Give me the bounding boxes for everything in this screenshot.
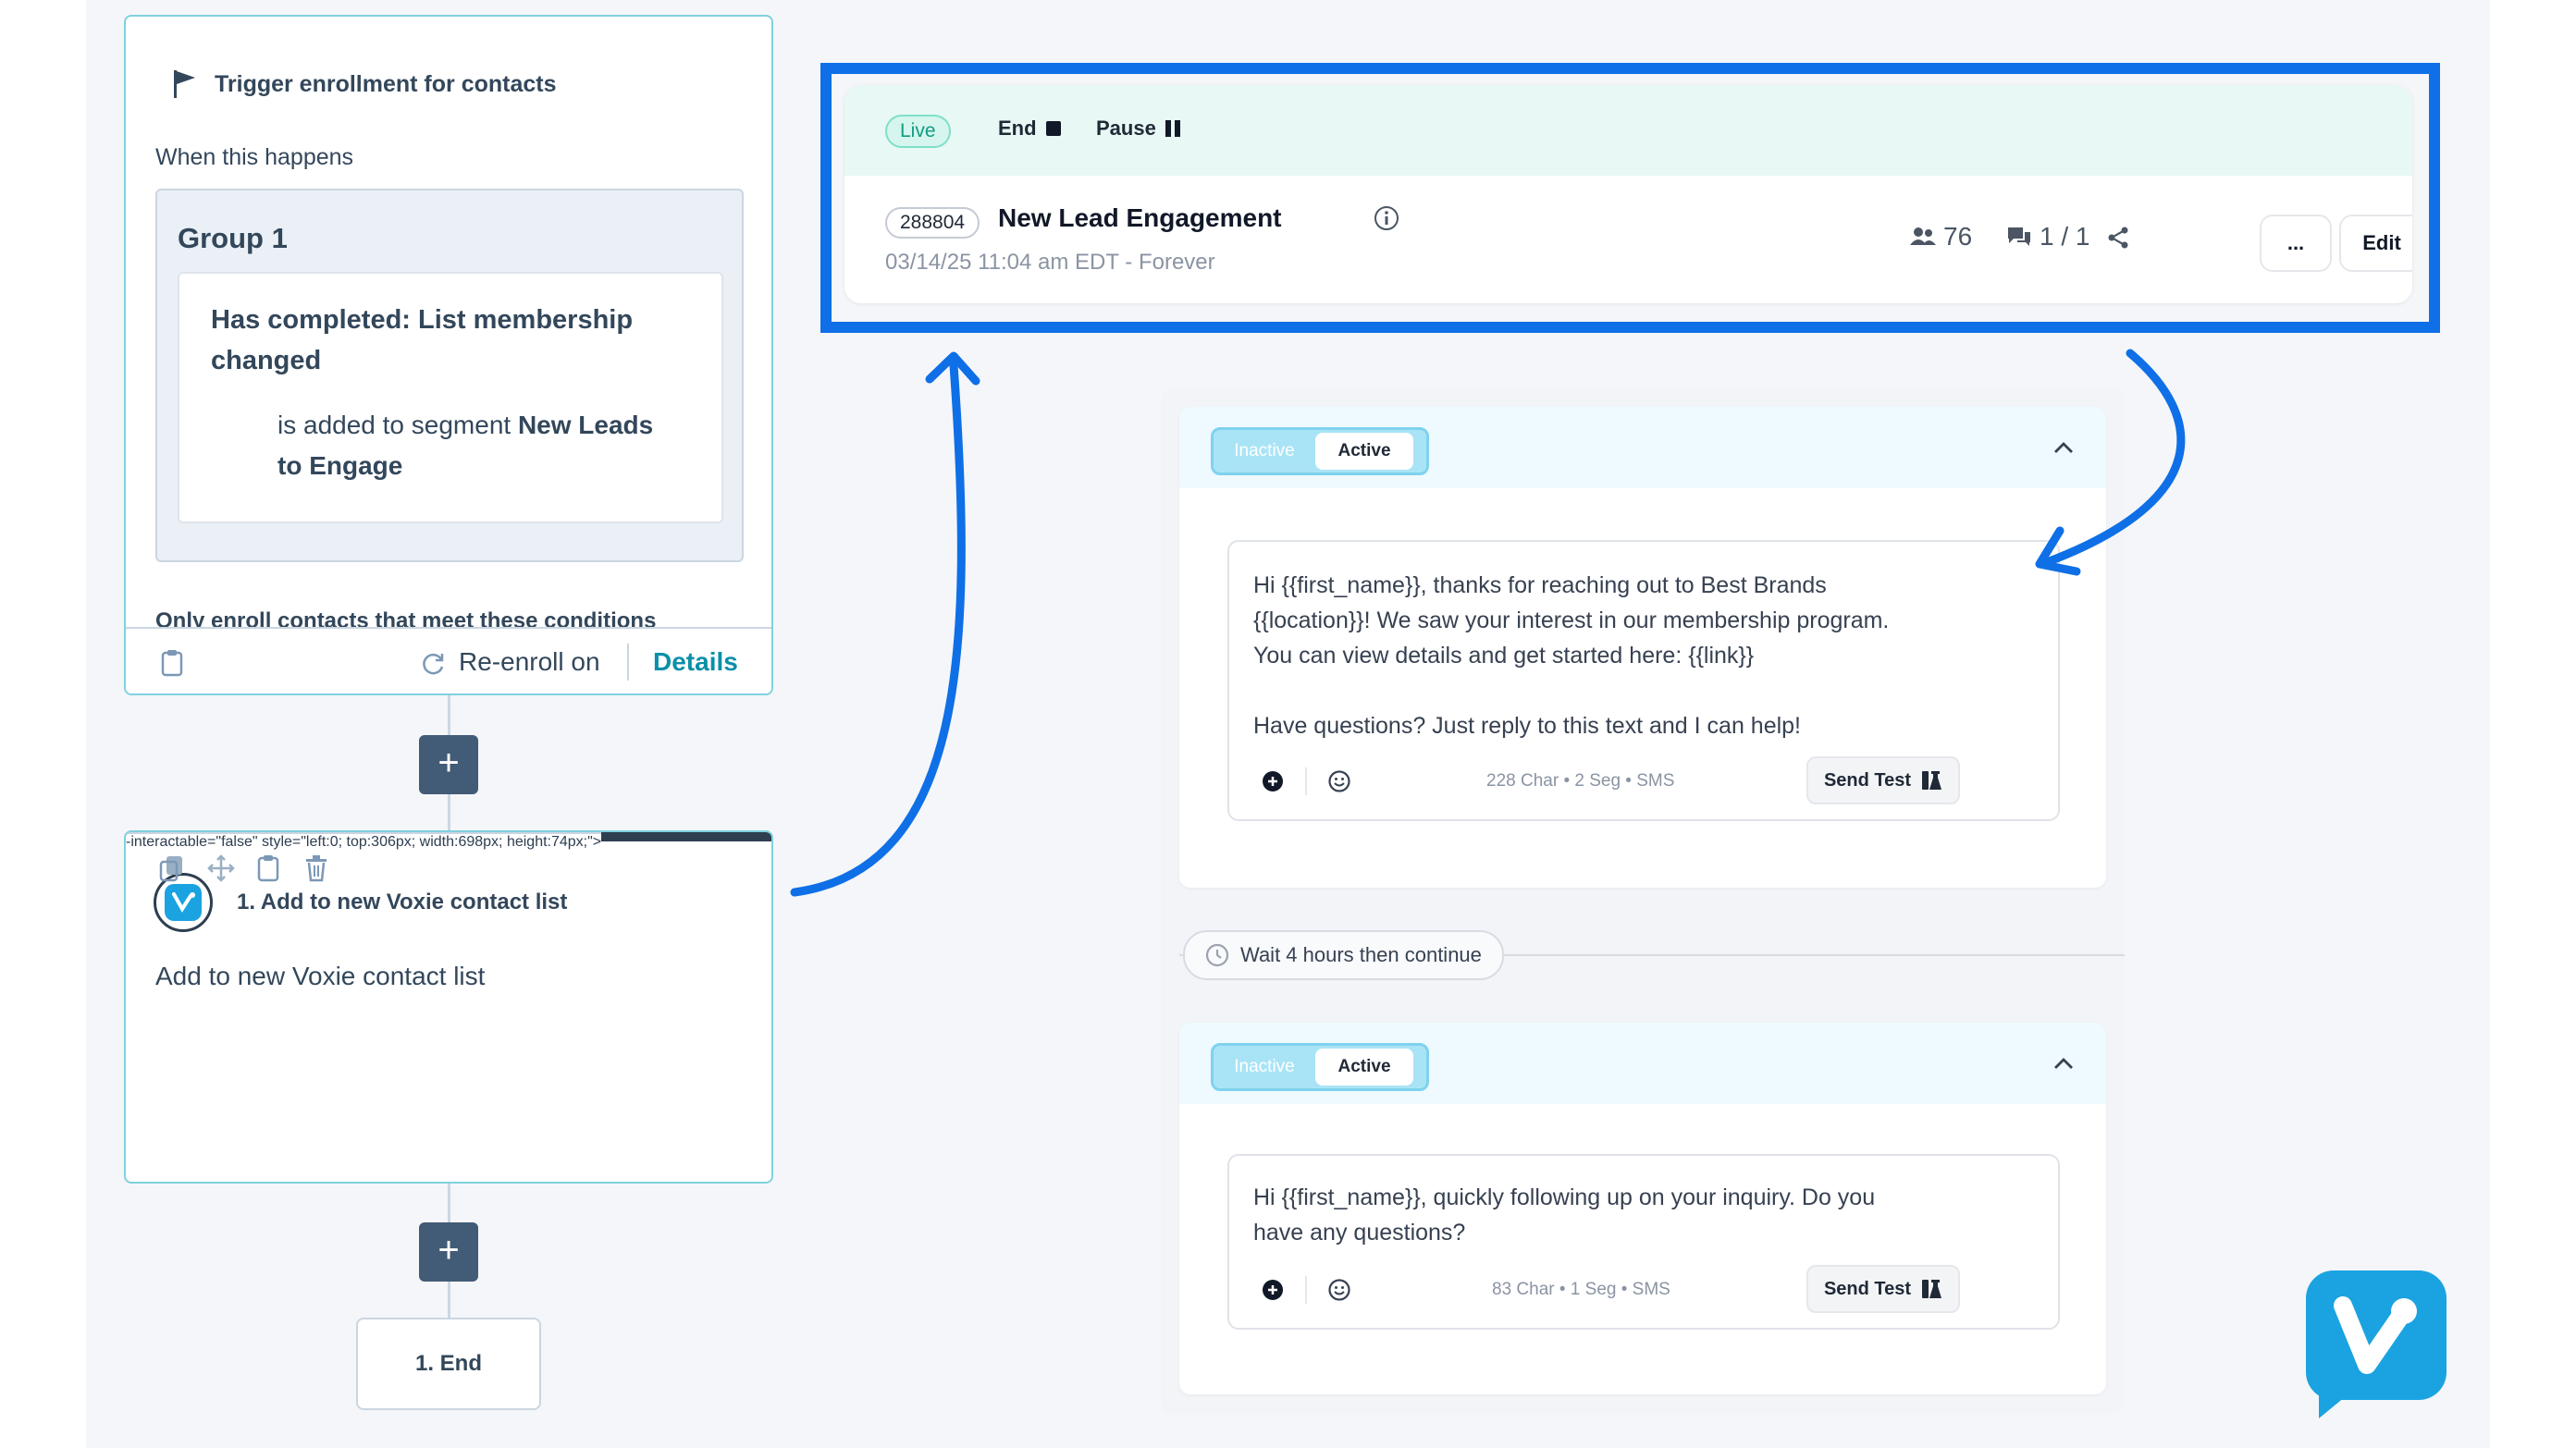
- canvas: Trigger enrollment for contacts When thi…: [86, 0, 2490, 1448]
- arrow-to-header: [790, 361, 966, 897]
- voxie-logo-mark: [2319, 1296, 2417, 1418]
- arrow-to-steps: [2042, 349, 2186, 567]
- voxie-logo: [2306, 1270, 2447, 1420]
- annotation-arrows: [790, 349, 2186, 897]
